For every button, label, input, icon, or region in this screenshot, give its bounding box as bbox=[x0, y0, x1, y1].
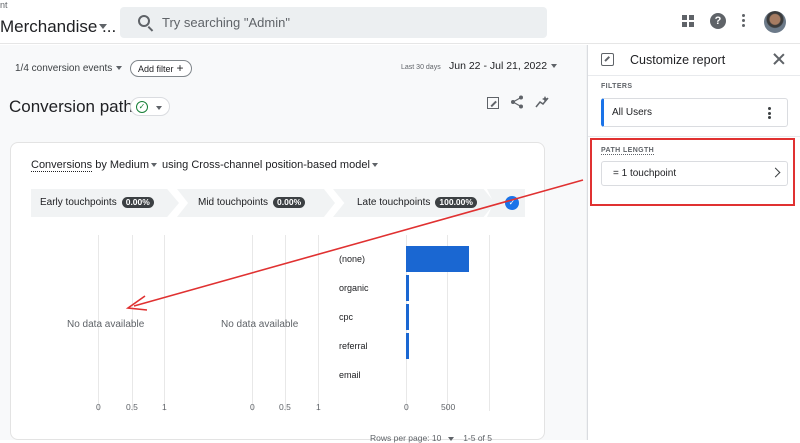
axis-tick: 0 bbox=[96, 402, 101, 412]
date-range-picker[interactable]: Jun 22 - Jul 21, 2022 bbox=[449, 60, 558, 72]
bar-category-label: organic bbox=[339, 283, 369, 293]
axis-tick: 0.5 bbox=[126, 402, 138, 412]
grid-line bbox=[318, 235, 319, 411]
dimension-selector-row: Conversions by Medium using Cross-channel… bbox=[31, 159, 383, 172]
axis-tick: 0 bbox=[250, 402, 255, 412]
chevron-down-icon[interactable] bbox=[99, 24, 107, 29]
pagination-range: 1-5 of 5 bbox=[463, 433, 493, 443]
rows-per-page-selector[interactable]: Rows per page: 10 bbox=[370, 433, 441, 443]
percent-badge: 100.00% bbox=[435, 196, 477, 208]
no-data-message: No data available bbox=[67, 319, 145, 330]
property-breadcrumb: nt bbox=[0, 0, 8, 10]
chevron-down-icon bbox=[116, 66, 123, 71]
tab-label: Mid touchpoints bbox=[198, 197, 269, 208]
add-filter-button[interactable]: Add filter + bbox=[130, 60, 192, 77]
axis-tick: 1 bbox=[316, 402, 321, 412]
insights-icon[interactable] bbox=[535, 95, 549, 109]
percent-badge: 0.00% bbox=[273, 196, 306, 208]
edit-report-icon[interactable] bbox=[487, 97, 499, 109]
panel-title: Customize report bbox=[630, 53, 726, 67]
add-filter-label: Add filter bbox=[138, 64, 174, 74]
divider bbox=[588, 75, 800, 76]
report-status-chip[interactable]: ✓ bbox=[130, 97, 170, 116]
filter-bar: 1/4 conversion events Add filter + Last 3… bbox=[0, 45, 587, 91]
filter-all-users[interactable]: All Users bbox=[601, 98, 788, 127]
mid-touchpoints-tab[interactable]: Mid touchpoints 0.00% bbox=[177, 189, 335, 217]
chevron-down-icon bbox=[156, 106, 162, 110]
bar-category-label: referral bbox=[339, 341, 368, 351]
date-range-label: Jun 22 - Jul 21, 2022 bbox=[449, 60, 548, 72]
main-content: 1/4 conversion events Add filter + Last 3… bbox=[0, 45, 587, 443]
percent-badge: 0.00% bbox=[121, 196, 154, 208]
attribution-model-selector[interactable]: using Cross-channel position-based model bbox=[162, 159, 370, 171]
bar-category-label: cpc bbox=[339, 312, 354, 322]
edit-report-icon bbox=[601, 53, 614, 66]
bar-organic[interactable] bbox=[406, 275, 409, 301]
axis-tick: 1 bbox=[162, 402, 167, 412]
chevron-down-icon[interactable] bbox=[151, 163, 157, 168]
axis-tick: 0 bbox=[404, 402, 409, 412]
apps-icon[interactable] bbox=[682, 15, 694, 27]
divider bbox=[588, 136, 800, 137]
customize-report-panel: Customize report FILTERS All Users PATH … bbox=[588, 45, 800, 440]
avatar[interactable] bbox=[764, 11, 786, 33]
help-icon[interactable]: ? bbox=[710, 13, 726, 29]
conversion-events-selector[interactable]: 1/4 conversion events bbox=[15, 63, 123, 74]
filters-section-label: FILTERS bbox=[601, 83, 633, 90]
close-icon[interactable] bbox=[773, 53, 785, 65]
late-touchpoints-tab[interactable]: Late touchpoints 100.00% bbox=[333, 189, 495, 217]
annotation-highlight-box bbox=[590, 138, 795, 206]
no-data-message: No data available bbox=[221, 319, 299, 330]
search-icon bbox=[138, 15, 150, 27]
bar-cpc[interactable] bbox=[406, 304, 409, 330]
bar-category-label: email bbox=[339, 370, 361, 380]
chevron-down-icon[interactable] bbox=[447, 436, 454, 441]
search-bar[interactable]: Try searching "Admin" bbox=[120, 7, 547, 38]
tab-label: Early touchpoints bbox=[40, 197, 117, 208]
conversion-events-label: 1/4 conversion events bbox=[15, 63, 113, 74]
top-bar: nt Merchandise ... Try searching "Admin"… bbox=[0, 0, 800, 44]
more-vert-icon[interactable] bbox=[742, 14, 746, 28]
grid-line bbox=[164, 235, 165, 411]
bar-category-label: (none) bbox=[339, 254, 366, 264]
date-preset-label: Last 30 days bbox=[401, 64, 441, 71]
pagination: Rows per page: 10 1-5 of 5 bbox=[370, 433, 492, 443]
chevron-down-icon[interactable] bbox=[371, 163, 378, 168]
bar-none[interactable] bbox=[406, 246, 469, 272]
check-circle-icon: ✓ bbox=[136, 101, 148, 113]
metric-label: Conversions bbox=[31, 159, 93, 172]
tab-label: Late touchpoints bbox=[357, 197, 431, 208]
more-vert-icon[interactable] bbox=[768, 107, 771, 119]
chevron-down-icon bbox=[551, 64, 558, 69]
share-icon[interactable] bbox=[510, 95, 524, 109]
bar-referral[interactable] bbox=[406, 333, 409, 359]
early-touchpoints-tab[interactable]: Early touchpoints 0.00% bbox=[31, 189, 179, 217]
axis-tick: 0.5 bbox=[279, 402, 291, 412]
plus-icon: + bbox=[176, 61, 184, 75]
axis-tick: 500 bbox=[441, 402, 456, 412]
dimension-selector[interactable]: by Medium bbox=[92, 159, 149, 171]
page-title: Conversion paths bbox=[9, 97, 142, 116]
grid-line bbox=[489, 235, 490, 411]
check-circle-icon: ✓ bbox=[505, 196, 519, 210]
search-input[interactable]: Try searching "Admin" bbox=[162, 15, 290, 30]
conversion-paths-card: Conversions by Medium using Cross-channel… bbox=[10, 142, 545, 443]
